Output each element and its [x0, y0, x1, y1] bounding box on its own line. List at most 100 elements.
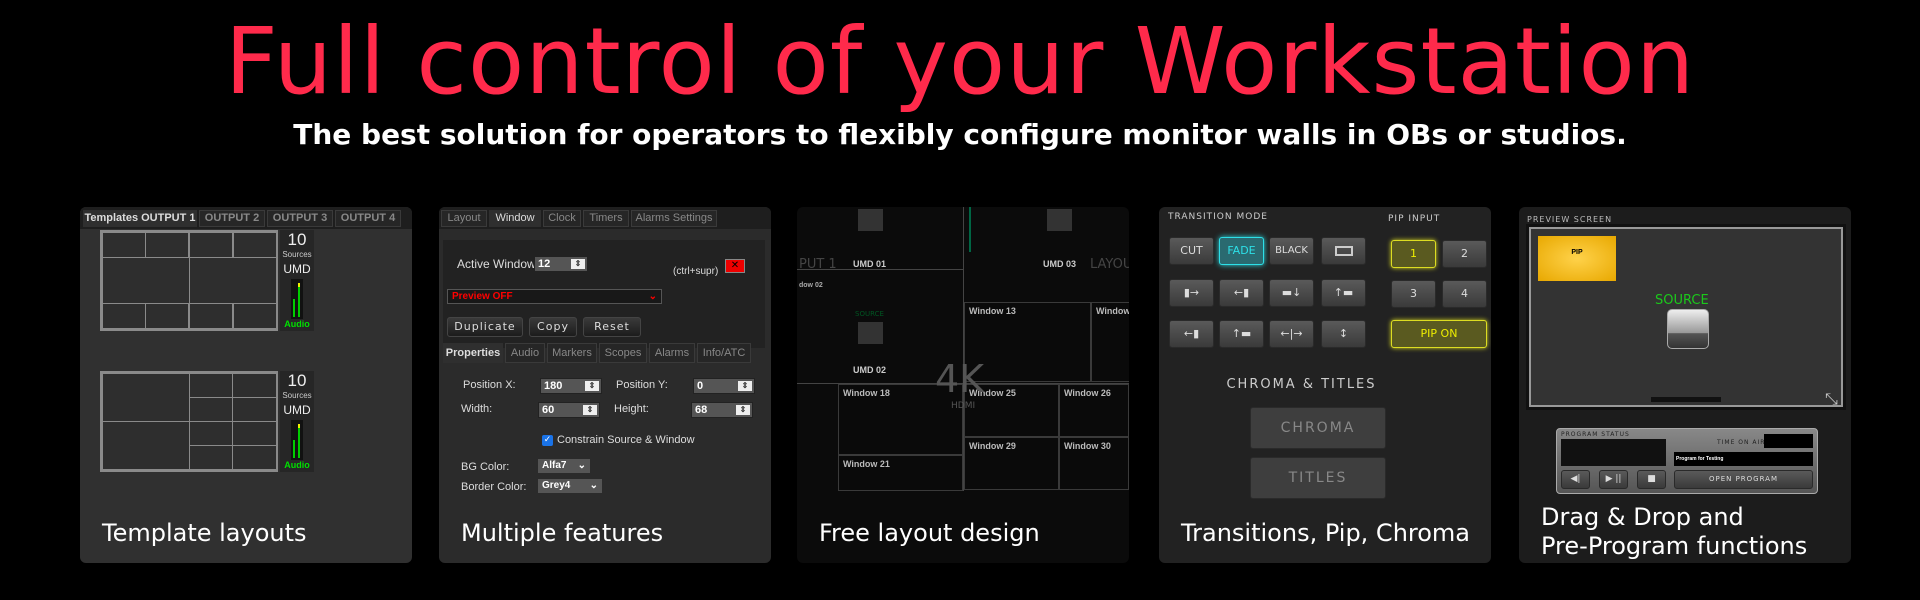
- page-subtitle: The best solution for operators to flexi…: [293, 118, 1627, 151]
- audio-meter: [291, 279, 303, 319]
- template-grid-1[interactable]: [100, 230, 278, 331]
- preview-screen[interactable]: PIP SOURCE ⤡: [1526, 224, 1846, 410]
- active-window-stepper[interactable]: 12 ⇕: [534, 256, 588, 272]
- split-vertical-icon: ↕: [1338, 327, 1349, 340]
- stepper-arrows-icon: ⇕: [571, 259, 585, 269]
- preview-select[interactable]: Preview OFF ⌄: [447, 289, 662, 304]
- fullscreen-button[interactable]: [1321, 237, 1366, 265]
- duplicate-button[interactable]: Duplicate: [447, 317, 523, 337]
- tab-output-2[interactable]: OUTPUT 2: [199, 210, 265, 227]
- slide-left-button[interactable]: ←▮: [1169, 320, 1214, 348]
- pip-input-2[interactable]: 2: [1442, 240, 1487, 268]
- caption: Drag & Drop and Pre-Program functions: [1541, 503, 1808, 560]
- wipe-right-icon: ▮→: [1183, 286, 1200, 299]
- tab-layout[interactable]: Layout: [441, 210, 487, 227]
- fullscreen-icon: [1334, 246, 1353, 256]
- width-stepper[interactable]: 60 ⇕: [538, 402, 600, 418]
- window-tile[interactable]: Window 29: [964, 437, 1059, 490]
- audio-meter: [291, 420, 303, 460]
- caption: Transitions, Pip, Chroma: [1181, 519, 1471, 547]
- tab-timers[interactable]: Timers: [583, 210, 629, 227]
- position-x-stepper[interactable]: 180 ⇕: [540, 378, 602, 394]
- source-thumbnail[interactable]: [1667, 309, 1709, 349]
- play-pause-icon: ▶ ||: [1605, 474, 1622, 484]
- reset-button[interactable]: Reset: [583, 317, 641, 337]
- play-pause-button[interactable]: ▶ ||: [1599, 470, 1628, 489]
- tab-alarms-settings[interactable]: Alarms Settings: [631, 210, 717, 227]
- black-button[interactable]: BLACK: [1269, 237, 1314, 265]
- panel-multiple-features: Layout Window Clock Timers Alarms Settin…: [439, 207, 771, 563]
- position-y-stepper[interactable]: 0 ⇕: [693, 378, 755, 394]
- height-stepper[interactable]: 68 ⇕: [691, 402, 753, 418]
- caption: Template layouts: [102, 519, 307, 547]
- chevron-down-icon: ⌄: [589, 480, 598, 491]
- wipe-right-button[interactable]: ▮→: [1169, 279, 1214, 307]
- border-color-select[interactable]: Grey4 ⌄: [538, 479, 602, 493]
- skip-back-icon: ◀|: [1570, 474, 1581, 484]
- pip-input-4[interactable]: 4: [1442, 280, 1487, 308]
- open-program-button[interactable]: OPEN PROGRAM: [1674, 470, 1813, 489]
- template-grid-2[interactable]: [100, 371, 278, 472]
- slide-left-icon: ←▮: [1183, 327, 1200, 340]
- tab-clock[interactable]: Clock: [543, 210, 581, 227]
- tab-window[interactable]: Window: [489, 210, 541, 227]
- panel-preview: PREVIEW SCREEN PIP SOURCE ⤡ PROGRAM STAT…: [1519, 207, 1851, 563]
- page-title: Full control of your Workstation: [224, 8, 1696, 115]
- program-name-field[interactable]: Program for Testing: [1674, 452, 1813, 466]
- wipe-up-button[interactable]: ↑▬: [1321, 279, 1366, 307]
- bg-color-select[interactable]: Alfa7 ⌄: [538, 459, 590, 473]
- tab-output-1[interactable]: Templates OUTPUT 1: [83, 210, 197, 227]
- subtab-scopes[interactable]: Scopes: [599, 343, 647, 363]
- resize-icon[interactable]: ⤡: [1825, 389, 1838, 409]
- window-tile[interactable]: Window 21: [838, 455, 963, 491]
- tab-output-3[interactable]: OUTPUT 3: [267, 210, 333, 227]
- resolution-badge: 4K: [935, 357, 985, 401]
- subtab-markers[interactable]: Markers: [547, 343, 597, 363]
- wipe-up-icon: ↑▬: [1333, 286, 1354, 299]
- fade-button[interactable]: FADE: [1219, 237, 1264, 265]
- panel-template-layouts: Templates OUTPUT 1 OUTPUT 2 OUTPUT 3 OUT…: [80, 207, 412, 563]
- subtab-audio[interactable]: Audio: [505, 343, 545, 363]
- window-tile[interactable]: Window 30: [1059, 437, 1129, 490]
- subtab-properties[interactable]: Properties: [443, 343, 503, 363]
- split-vertical-button[interactable]: ↕: [1321, 320, 1366, 348]
- constrain-checkbox[interactable]: ✓: [542, 435, 553, 446]
- pip-on-button[interactable]: PIP ON: [1391, 320, 1487, 348]
- close-window-button[interactable]: ✕: [725, 259, 745, 273]
- wipe-down-button[interactable]: ▬↓: [1269, 279, 1314, 307]
- chevron-down-icon: ⌄: [577, 460, 586, 471]
- slide-up-button[interactable]: ↑▬: [1219, 320, 1264, 348]
- umd-label: UMD 02: [853, 365, 887, 375]
- stop-button[interactable]: ■: [1637, 470, 1666, 489]
- window-tile[interactable]: Window 26: [1059, 384, 1129, 437]
- umd-label: UMD 01: [853, 259, 887, 269]
- previous-button[interactable]: ◀|: [1561, 470, 1590, 489]
- subtab-info-atc[interactable]: Info/ATC: [697, 343, 751, 363]
- umd-label: UMD 03: [1043, 259, 1077, 269]
- template-info-2: 10 Sources UMD Audio: [280, 371, 314, 472]
- chevron-down-icon: ⌄: [648, 291, 657, 302]
- template-info-1: 10 Sources UMD Audio: [280, 230, 314, 331]
- wipe-left-icon: ←▮: [1233, 286, 1250, 299]
- cut-button[interactable]: CUT: [1169, 237, 1214, 265]
- stop-icon: ■: [1647, 474, 1656, 484]
- wipe-left-button[interactable]: ←▮: [1219, 279, 1264, 307]
- panel-transitions: TRANSITION MODE PIP INPUT CUT FADE BLACK…: [1159, 207, 1491, 563]
- caption: Multiple features: [461, 519, 664, 547]
- copy-button[interactable]: Copy: [529, 317, 577, 337]
- subtab-alarms[interactable]: Alarms: [649, 343, 695, 363]
- window-tile[interactable]: Window: [1091, 302, 1129, 382]
- titles-button[interactable]: TITLES: [1250, 457, 1386, 499]
- tab-output-4[interactable]: OUTPUT 4: [335, 210, 401, 227]
- split-horizontal-button[interactable]: ←|→: [1269, 320, 1314, 348]
- slide-up-icon: ↑▬: [1231, 327, 1252, 340]
- chroma-button[interactable]: CHROMA: [1250, 407, 1386, 449]
- program-status-box: PROGRAM STATUS TIME ON AIR: Program for …: [1556, 428, 1818, 494]
- split-horizontal-icon: ←|→: [1280, 327, 1303, 340]
- pip-input-1[interactable]: 1: [1391, 240, 1436, 268]
- caption: Free layout design: [819, 519, 1040, 547]
- pip-window[interactable]: PIP: [1538, 236, 1616, 281]
- source-label: SOURCE: [1655, 293, 1709, 308]
- pip-input-3[interactable]: 3: [1391, 280, 1436, 308]
- panel-free-layout: PUT 1 LAYOU UMD 01 UMD 03 dow 02 SOURCE …: [797, 207, 1129, 563]
